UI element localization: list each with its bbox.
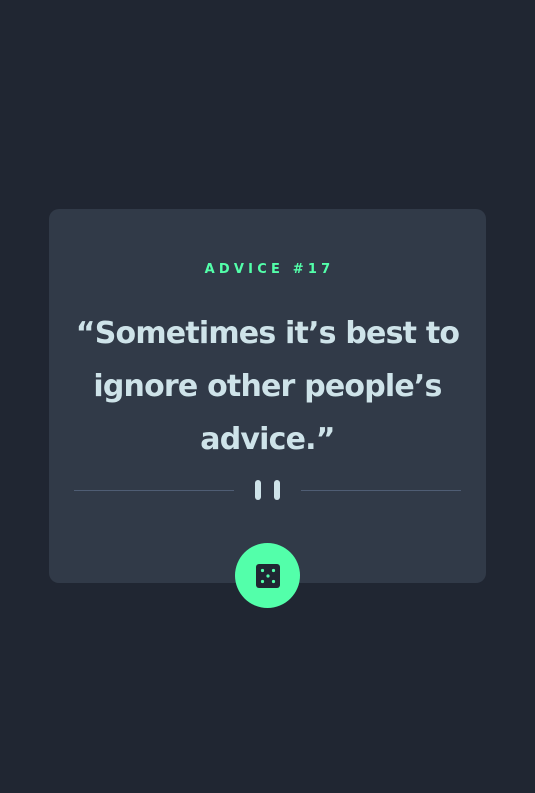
advice-quote: “Sometimes it’s best to ignore other peo…: [75, 316, 460, 457]
advice-card: ADVICE #17 “Sometimes it’s best to ignor…: [49, 209, 486, 583]
dice-icon: [255, 563, 280, 588]
divider-line-right: [301, 490, 461, 491]
divider-line-left: [74, 490, 234, 491]
pause-icon: [255, 480, 281, 500]
generate-advice-button[interactable]: [235, 543, 300, 608]
advice-id-label: ADVICE #17: [204, 262, 335, 277]
divider: [74, 478, 461, 502]
